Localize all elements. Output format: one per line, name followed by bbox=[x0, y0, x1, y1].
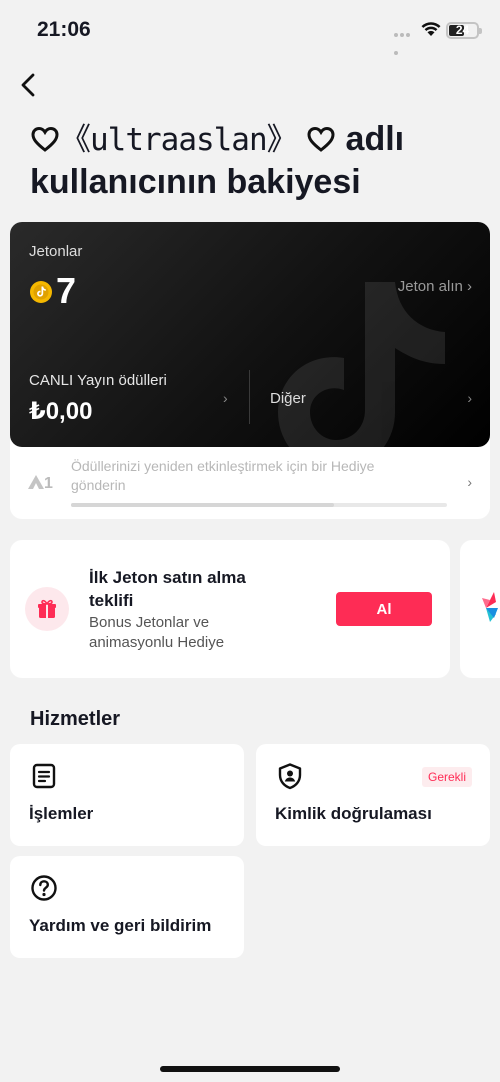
rewards-progress-bar bbox=[71, 503, 447, 507]
balance-section: Jetonlar 7 Jeton alın › CANLI Yayın ödül… bbox=[10, 222, 490, 519]
level-icon bbox=[28, 475, 44, 489]
signal-dots-icon bbox=[394, 33, 416, 55]
pinwheel-icon bbox=[482, 592, 498, 622]
next-offer-card[interactable] bbox=[460, 540, 500, 678]
gift-icon bbox=[38, 599, 56, 618]
chevron-right-icon[interactable]: › bbox=[223, 390, 228, 406]
chevron-right-icon[interactable]: › bbox=[467, 390, 472, 406]
title-username: ultraaslan bbox=[90, 122, 268, 158]
status-bar: 21:06 24 bbox=[0, 0, 500, 60]
first-purchase-offer-card[interactable]: İlk Jeton satın alma teklifi Bonus Jeton… bbox=[10, 540, 450, 678]
divider bbox=[249, 370, 250, 424]
get-coins-link[interactable]: Jeton alın › bbox=[398, 278, 472, 295]
balance-card: Jetonlar 7 Jeton alın › CANLI Yayın ödül… bbox=[10, 222, 490, 447]
required-badge: Gerekli bbox=[422, 767, 473, 787]
shield-user-icon bbox=[278, 763, 302, 790]
tiktok-logo-icon bbox=[278, 282, 445, 447]
live-rewards-label[interactable]: CANLI Yayın ödülleri bbox=[29, 372, 167, 389]
live-rewards-value: ₺0,00 bbox=[29, 398, 93, 425]
heart-outline-icon bbox=[31, 126, 59, 152]
gift-icon-badge bbox=[25, 587, 69, 631]
wifi-icon bbox=[421, 22, 441, 36]
document-icon bbox=[32, 763, 56, 789]
page-title: 《ultraaslan》 adlı kullanıcının bakiyesi bbox=[30, 118, 480, 203]
rewards-hint: Ödüllerinizi yeniden etkinleştirmek için… bbox=[71, 458, 375, 493]
home-indicator[interactable] bbox=[160, 1066, 340, 1072]
level-number: 1 bbox=[44, 475, 53, 492]
transactions-tile[interactable]: İşlemler bbox=[10, 744, 244, 846]
level-badge: 1 bbox=[28, 475, 53, 493]
coin-icon bbox=[30, 281, 52, 303]
battery-icon: 24 bbox=[446, 22, 482, 39]
coins-label: Jetonlar bbox=[29, 243, 83, 260]
chevron-right-icon[interactable]: › bbox=[467, 474, 472, 490]
services-heading: Hizmetler bbox=[30, 708, 121, 730]
battery-level: 24 bbox=[455, 23, 470, 37]
identity-verification-label: Kimlik doğrulaması bbox=[275, 804, 432, 823]
help-feedback-tile[interactable]: Yardım ve geri bildirim bbox=[10, 856, 244, 958]
transactions-label: İşlemler bbox=[29, 804, 94, 823]
help-feedback-label: Yardım ve geri bildirim bbox=[29, 916, 212, 935]
title-open-bracket: 《 bbox=[60, 122, 91, 158]
offer-subtitle: Bonus Jetonlar ve animasyonlu Hediye bbox=[89, 614, 225, 651]
heart-outline-icon bbox=[307, 126, 335, 152]
buy-offer-button[interactable]: Al bbox=[336, 592, 432, 626]
coin-balance: 7 bbox=[56, 270, 77, 311]
identity-verification-tile[interactable]: Gerekli Kimlik doğrulaması bbox=[256, 744, 490, 846]
title-close-bracket: 》 bbox=[266, 122, 298, 158]
offer-title: İlk Jeton satın alma teklifi bbox=[89, 568, 246, 610]
back-arrow-icon[interactable] bbox=[16, 68, 46, 102]
other-rewards-link[interactable]: Diğer bbox=[270, 390, 306, 407]
status-time: 21:06 bbox=[37, 18, 91, 41]
question-icon bbox=[31, 875, 57, 901]
